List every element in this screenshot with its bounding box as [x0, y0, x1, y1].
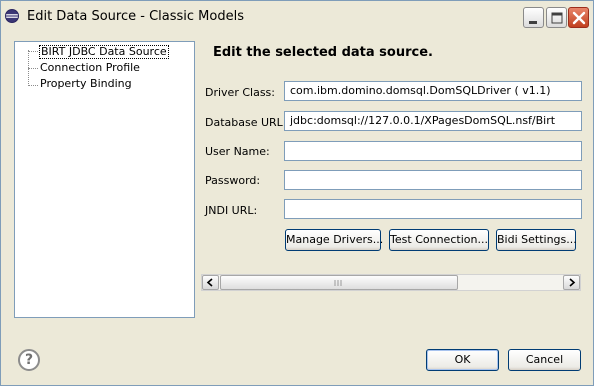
title-bar[interactable]: Edit Data Source - Classic Models [1, 1, 593, 31]
minimize-button[interactable] [523, 7, 544, 28]
ok-button[interactable]: OK [426, 349, 499, 371]
close-button[interactable] [568, 7, 589, 28]
scroll-left-button[interactable] [202, 275, 219, 290]
tree-item-connection-profile[interactable]: Connection Profile [39, 61, 141, 75]
tree-connector [28, 68, 38, 69]
driver-class-label: Driver Class: [205, 86, 275, 99]
tree-item-birt-jdbc-data-source[interactable]: BIRT JDBC Data Source [39, 45, 169, 59]
jndi-url-label: JNDI URL: [205, 204, 258, 217]
tree-connector [28, 85, 38, 86]
dialog-window: Edit Data Source - Classic Models BIRT J… [0, 0, 594, 386]
password-field[interactable] [284, 170, 582, 190]
page-title: Edit the selected data source. [213, 45, 433, 60]
manage-drivers-button[interactable]: Manage Drivers... [285, 229, 383, 251]
user-name-field[interactable] [284, 141, 582, 161]
maximize-button[interactable] [546, 7, 567, 28]
maximize-icon [551, 12, 563, 24]
scroll-thumb[interactable] [220, 275, 458, 290]
jndi-url-field[interactable] [284, 199, 582, 219]
arrow-left-icon [206, 278, 213, 287]
database-url-label: Database URL: [205, 116, 287, 129]
grip-icon [334, 280, 342, 286]
cancel-button[interactable]: Cancel [508, 349, 581, 371]
driver-class-field[interactable]: com.ibm.domino.domsql.DomSQLDriver ( v1.… [284, 81, 582, 101]
tree-connector [28, 51, 38, 52]
user-name-label: User Name: [205, 145, 270, 158]
database-url-field[interactable]: jdbc:domsql://127.0.0.1/XPagesDomSQL.nsf… [284, 111, 582, 131]
horizontal-scrollbar[interactable] [201, 274, 581, 291]
help-icon[interactable]: ? [18, 349, 40, 371]
scroll-right-button[interactable] [563, 275, 580, 290]
page-tree: BIRT JDBC Data Source Connection Profile… [14, 41, 195, 318]
test-connection-button[interactable]: Test Connection... [389, 229, 489, 251]
bidi-settings-button[interactable]: Bidi Settings... [496, 229, 577, 251]
tree-item-property-binding[interactable]: Property Binding [39, 77, 133, 91]
minimize-icon [529, 21, 537, 24]
window-title: Edit Data Source - Classic Models [27, 9, 244, 24]
eclipse-icon [5, 9, 19, 23]
password-label: Password: [205, 174, 261, 187]
close-icon [572, 11, 586, 25]
arrow-right-icon [569, 278, 576, 287]
